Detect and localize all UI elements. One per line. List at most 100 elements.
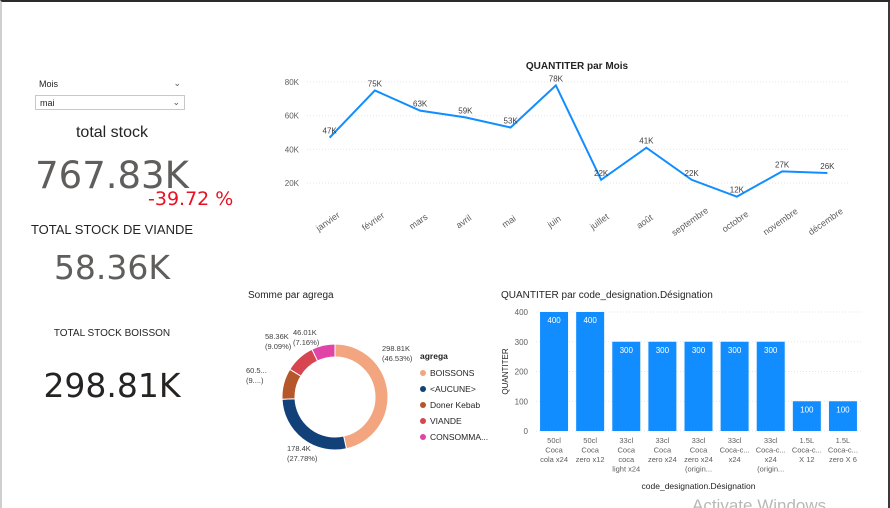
viande-card-title: TOTAL STOCK DE VIANDE xyxy=(30,222,194,237)
slicer-label: Mois xyxy=(39,78,59,89)
data-label: 47K xyxy=(323,127,338,136)
x-tick-label: Coca xyxy=(545,446,563,455)
slice-percent: (27.78%) xyxy=(287,454,318,463)
data-label: 59K xyxy=(458,106,473,115)
x-axis-label: code_designation.Désignation xyxy=(642,481,756,491)
legend-item[interactable]: BOISSONS xyxy=(420,365,488,381)
legend-label: BOISSONS xyxy=(430,368,475,378)
x-tick-label: avril xyxy=(454,213,473,231)
x-tick-label: light x24 xyxy=(612,465,640,474)
bar-chart-title: QUANTITER par code_designation.Désignati… xyxy=(501,290,713,301)
slice-label: 60.5... xyxy=(246,366,267,375)
x-tick-label: Coca-c... xyxy=(756,446,786,455)
slicer-header: Mois ⌄ xyxy=(35,78,185,89)
month-slicer[interactable]: Mois ⌄ mai ⌄ xyxy=(35,78,185,110)
x-tick-label: février xyxy=(360,210,386,233)
x-tick-label: zero x24 xyxy=(648,455,677,464)
x-tick-label: 50cl xyxy=(583,436,597,445)
legend-item[interactable]: VIANDE xyxy=(420,413,488,429)
slice-label: 178.4K xyxy=(287,444,311,453)
bar[interactable] xyxy=(540,312,569,431)
slicer-dropdown[interactable]: mai ⌄ xyxy=(35,95,185,110)
slice-label: 58.36K xyxy=(265,332,289,341)
x-tick-label: 1.5L xyxy=(836,436,851,445)
y-tick-label: 80K xyxy=(285,78,300,87)
y-tick-label: 200 xyxy=(515,368,529,377)
x-tick-label: Coca xyxy=(618,446,636,455)
x-tick-label: 1.5L xyxy=(800,436,815,445)
y-tick-label: 60K xyxy=(285,112,300,121)
legend-item[interactable]: Doner Kebab xyxy=(420,397,488,413)
donut-legend: agrega BOISSONS <AUCUNE> Doner Kebab VIANDE… xyxy=(420,351,488,445)
x-tick-label: coca xyxy=(618,455,635,464)
slice-percent: (9....) xyxy=(246,376,264,385)
bar[interactable] xyxy=(648,341,677,431)
x-tick-label: zero x12 xyxy=(576,455,605,464)
bar[interactable] xyxy=(756,341,785,431)
donut-slice[interactable] xyxy=(281,398,348,451)
bar[interactable] xyxy=(720,341,749,431)
y-tick-label: 300 xyxy=(515,338,529,347)
line-chart[interactable]: 20K 40K 60K 80K 47K janvier 75K février 63K mars 5… xyxy=(272,72,862,277)
chevron-down-icon[interactable]: ⌄ xyxy=(173,78,181,89)
bar-data-label: 100 xyxy=(800,405,814,414)
bar[interactable] xyxy=(612,341,641,431)
x-tick-label: Coca xyxy=(690,446,708,455)
y-tick-label: 20K xyxy=(285,179,300,188)
legend-color-dot xyxy=(420,402,426,408)
x-tick-label: Coca-c... xyxy=(828,446,858,455)
x-tick-label: 33cl xyxy=(728,436,742,445)
bar-data-label: 100 xyxy=(836,405,850,414)
x-tick-label: septembre xyxy=(670,205,711,238)
data-label: 75K xyxy=(368,79,383,88)
x-tick-label: décembre xyxy=(806,206,845,237)
x-tick-label: Coca xyxy=(654,446,672,455)
x-tick-label: Coca xyxy=(581,446,599,455)
report-page: Mois ⌄ mai ⌄ total stock 767.83K -39.72 … xyxy=(0,0,890,508)
legend-label: <AUCUNE> xyxy=(430,384,476,394)
x-tick-label: (origin... xyxy=(757,465,784,474)
donut-slice[interactable] xyxy=(334,343,389,450)
bar-chart[interactable]: 0100200300400QUANTITER40050clCocacola x2… xyxy=(496,302,866,497)
x-tick-label: 33cl xyxy=(764,436,778,445)
data-label: 22K xyxy=(685,169,700,178)
legend-item[interactable]: CONSOMMA... xyxy=(420,429,488,445)
slice-percent: (46.53%) xyxy=(382,354,413,363)
x-tick-label: juin xyxy=(545,213,563,230)
bar[interactable] xyxy=(684,341,713,431)
bar-data-label: 300 xyxy=(728,346,742,355)
legend-color-dot xyxy=(420,418,426,424)
legend-item[interactable]: <AUCUNE> xyxy=(420,381,488,397)
data-label: 22K xyxy=(594,169,609,178)
slice-percent: (7.16%) xyxy=(293,338,320,347)
legend-title: agrega xyxy=(420,351,448,361)
data-label: 53K xyxy=(504,117,519,126)
bar-data-label: 400 xyxy=(583,316,597,325)
legend-label: Doner Kebab xyxy=(430,400,481,410)
slice-label: 298.81K xyxy=(382,344,410,353)
y-tick-label: 0 xyxy=(524,427,529,436)
x-tick-label: 33cl xyxy=(692,436,706,445)
x-tick-label: août xyxy=(635,212,655,231)
x-tick-label: Coca-c... xyxy=(720,446,750,455)
x-tick-label: (origin... xyxy=(685,465,712,474)
donut-chart[interactable]: 298.81K(46.53%) 178.4K(27.78%) 60.5...(9..… xyxy=(232,317,422,477)
line-chart-title: QUANTITER par Mois xyxy=(525,61,629,72)
x-tick-label: X 12 xyxy=(799,455,814,464)
series-line xyxy=(328,83,828,198)
chevron-down-icon[interactable]: ⌄ xyxy=(172,97,180,108)
bar[interactable] xyxy=(576,312,605,431)
donut-chart-title: Somme par agrega xyxy=(248,290,334,301)
y-tick-label: 40K xyxy=(285,145,300,154)
x-tick-label: 50cl xyxy=(547,436,561,445)
x-tick-label: x24 xyxy=(729,455,741,464)
y-axis-label: QUANTITER xyxy=(501,348,510,394)
x-tick-label: juillet xyxy=(587,211,611,232)
bar-data-label: 300 xyxy=(692,346,706,355)
windows-activation-watermark: Activate Windows xyxy=(692,496,827,508)
x-tick-label: zero X 6 xyxy=(829,455,857,464)
total-stock-delta: -39.72 % xyxy=(148,188,234,210)
total-stock-title: total stock xyxy=(75,124,149,141)
x-tick-label: x24 xyxy=(765,455,777,464)
data-label: 78K xyxy=(549,74,564,83)
